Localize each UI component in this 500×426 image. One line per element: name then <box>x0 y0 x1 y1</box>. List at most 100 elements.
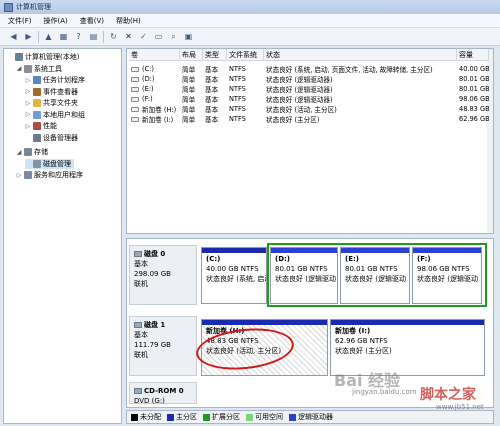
tree-item[interactable]: 计算机管理(本地) <box>7 52 79 62</box>
expander-icon[interactable]: ◢ <box>16 65 22 72</box>
table-cell[interactable]: (D:) <box>131 74 180 84</box>
help-icon[interactable]: ? <box>73 31 84 42</box>
table-cell: NTFS <box>229 95 246 103</box>
disk-name-text: 磁盘 0 <box>144 250 166 258</box>
volume-icon <box>131 116 139 122</box>
navigation-tree: 计算机管理(本地) ◢ 系统工具 ▷ 任务计划程序 ▷ 事件查看器 ▷ 共享文件夹 ▷ 本地用户和组… <box>3 48 122 424</box>
tree-item-label: 存储 <box>34 148 48 156</box>
partition[interactable]: (E:) 80.01 GB NTFS 状态良好 (逻辑驱动 <box>340 247 410 304</box>
clock-icon <box>33 76 41 84</box>
tree-item[interactable]: ▷ 任务计划程序 <box>25 75 85 85</box>
expander-icon[interactable]: ▷ <box>16 172 22 179</box>
table-cell: 简单 <box>182 96 196 104</box>
partition-name: 新加卷 (I:) <box>335 327 371 335</box>
partition-status: 状态良好 (主分区) <box>335 347 392 355</box>
disk-type: DVD (G:) <box>134 397 165 405</box>
menu-help[interactable]: 帮助(H) <box>116 16 141 26</box>
show-hide-tree-icon[interactable]: ▦ <box>58 31 69 42</box>
legend-item: 可用空间 <box>246 412 283 422</box>
table-cell: 基本 <box>205 106 219 114</box>
device-icon <box>33 133 41 142</box>
table-cell[interactable]: 新加卷 (I:) <box>131 114 180 124</box>
legend-swatch <box>246 413 253 421</box>
search-icon[interactable]: ⌕ <box>168 31 179 42</box>
column-header[interactable]: 卷 <box>129 49 180 61</box>
expander-icon[interactable]: ▷ <box>25 123 31 130</box>
delete-icon[interactable]: ✕ <box>123 31 134 42</box>
expander-icon[interactable]: ▷ <box>25 77 31 84</box>
table-cell: 40.00 GB <box>459 65 489 73</box>
column-header[interactable]: 类型 <box>203 49 227 61</box>
event-icon <box>33 87 41 96</box>
back-icon[interactable]: ◀ <box>8 31 19 42</box>
partition-size: 80.01 GB NTFS <box>345 265 398 273</box>
menu-file[interactable]: 文件(F) <box>8 16 32 26</box>
tree-item[interactable]: 磁盘管理 <box>25 158 74 169</box>
tree-item[interactable]: ▷ 性能 <box>25 121 57 131</box>
expander-icon[interactable]: ▷ <box>25 100 31 107</box>
tree-item-label: 性能 <box>43 122 57 130</box>
expander-icon[interactable]: ▷ <box>25 88 31 95</box>
volume-icon <box>131 66 139 72</box>
table-cell: 基本 <box>205 66 219 74</box>
partition[interactable]: (D:) 80.01 GB NTFS 状态良好 (逻辑驱动 <box>270 247 338 304</box>
table-cell[interactable]: (E:) <box>131 84 180 94</box>
column-header[interactable]: 布局 <box>180 49 203 61</box>
expander-icon[interactable]: ◢ <box>16 149 22 156</box>
partition-name: (C:) <box>206 255 221 263</box>
check-icon[interactable]: ✓ <box>138 31 149 42</box>
legend-label: 逻辑驱动器 <box>298 413 333 421</box>
tree-item[interactable]: ◢ 系统工具 <box>16 64 62 74</box>
menu-action[interactable]: 操作(A) <box>44 16 68 26</box>
legend-item: 逻辑驱动器 <box>289 412 333 422</box>
column-header[interactable]: 文件系统 <box>227 49 264 61</box>
table-cell[interactable]: (F:) <box>131 94 180 104</box>
properties-icon[interactable]: ▤ <box>88 31 99 42</box>
tree-item[interactable]: 设备管理器 <box>25 133 78 143</box>
table-cell: NTFS <box>229 105 246 113</box>
table-cell[interactable]: (C:) <box>131 64 180 74</box>
partition-status: 状态良好 (逻辑驱动 <box>275 275 336 283</box>
partition-type-bar <box>271 248 337 253</box>
open-icon[interactable]: ▭ <box>153 31 164 42</box>
site-watermark: 脚本之家 <box>420 387 476 403</box>
table-cell: 状态良好 (逻辑驱动器) <box>266 76 333 84</box>
tree-item[interactable]: ◢ 存储 <box>16 147 48 157</box>
view-icon[interactable]: ▣ <box>183 31 194 42</box>
expander-icon[interactable]: ▷ <box>25 111 31 118</box>
disk-size: 298.09 GB <box>134 270 171 278</box>
tree-item-label: 计算机管理(本地) <box>25 53 80 61</box>
up-folder-icon[interactable]: ▲ <box>43 31 54 42</box>
disk-label[interactable]: 磁盘 1 基本 111.79 GB 联机 <box>129 316 197 376</box>
title-bar: 计算机管理 <box>0 0 500 14</box>
refresh-icon[interactable]: ↻ <box>108 31 119 42</box>
tree-item[interactable]: ▷ 本地用户和组 <box>25 110 85 120</box>
column-header[interactable]: 容量 <box>457 49 489 61</box>
table-cell: 80.01 GB <box>459 85 489 93</box>
storage-icon <box>24 148 32 156</box>
volume-name: 新加卷 (I:) <box>142 116 174 124</box>
tree-item[interactable]: ▷ 共享文件夹 <box>25 98 78 108</box>
forward-icon[interactable]: ▶ <box>23 31 34 42</box>
disk-label[interactable]: CD-ROM 0 DVD (G:) <box>129 382 197 405</box>
partition[interactable]: (F:) 98.06 GB NTFS 状态良好 (逻辑驱动 <box>412 247 482 304</box>
table-cell[interactable]: 新加卷 (H:) <box>131 104 180 114</box>
tree-item[interactable]: ▷ 服务和应用程序 <box>16 170 83 180</box>
table-cell: 状态良好 (逻辑驱动器) <box>266 86 333 94</box>
table-cell: 基本 <box>205 116 219 124</box>
disk-name: 磁盘 0 <box>134 249 192 259</box>
tree-item[interactable]: ▷ 事件查看器 <box>25 87 78 97</box>
volume-icon <box>131 106 139 112</box>
table-cell: 简单 <box>182 86 196 94</box>
partition-size: 40.00 GB NTFS <box>206 265 259 273</box>
column-header[interactable]: 状态 <box>264 49 457 61</box>
disk-name-text: 磁盘 1 <box>144 321 166 329</box>
table-cell: 基本 <box>205 76 219 84</box>
disk-label[interactable]: 磁盘 0 基本 298.09 GB 联机 <box>129 245 197 305</box>
partition-type-bar <box>202 320 327 325</box>
menu-view[interactable]: 查看(V) <box>80 16 104 26</box>
partition[interactable]: (C:) 40.00 GB NTFS 状态良好 (系统, 启动 <box>201 247 267 304</box>
table-cell: NTFS <box>229 65 246 73</box>
disk-icon <box>134 251 142 257</box>
volume-icon <box>131 76 139 82</box>
